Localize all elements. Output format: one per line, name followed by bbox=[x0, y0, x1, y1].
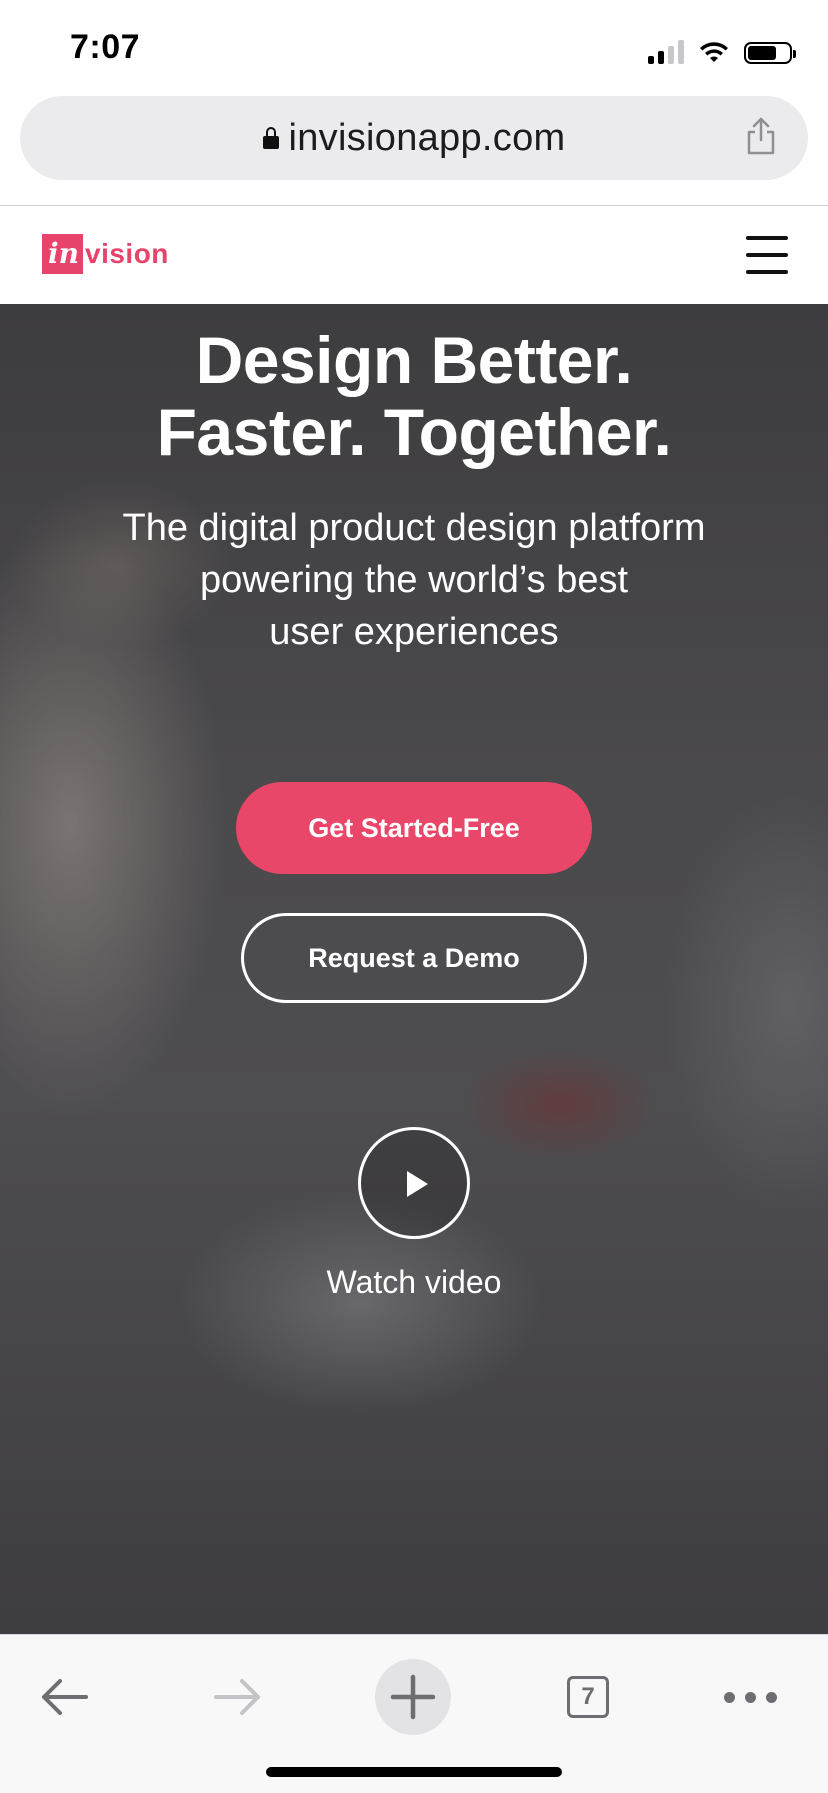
back-arrow-icon bbox=[42, 1679, 88, 1715]
share-icon[interactable] bbox=[744, 116, 778, 156]
hero-title-line-1: Design Better. bbox=[195, 323, 633, 397]
hero-subtitle-line-2: powering the world’s best bbox=[199, 559, 629, 601]
request-demo-button[interactable]: Request a Demo bbox=[241, 913, 587, 1003]
more-button[interactable] bbox=[710, 1657, 790, 1737]
play-icon bbox=[407, 1171, 428, 1197]
tab-count-badge: 7 bbox=[567, 1676, 609, 1718]
status-bar: 7:07 bbox=[0, 0, 828, 96]
new-tab-button[interactable] bbox=[375, 1659, 451, 1735]
logo-in-mark: in bbox=[42, 234, 83, 274]
hero-section: Design Better. Faster. Together. The dig… bbox=[0, 304, 828, 1634]
address-bar[interactable]: invisionapp.com bbox=[20, 96, 808, 180]
plus-icon bbox=[390, 1674, 436, 1720]
back-button[interactable] bbox=[24, 1657, 104, 1737]
browser-address-area: invisionapp.com bbox=[0, 96, 828, 206]
battery-icon bbox=[744, 42, 796, 64]
tabs-button[interactable]: 7 bbox=[548, 1657, 628, 1737]
hero-title: Design Better. Faster. Together. bbox=[0, 324, 828, 468]
play-video-button[interactable] bbox=[358, 1127, 470, 1239]
hamburger-menu-icon[interactable] bbox=[746, 236, 788, 274]
forward-arrow-icon bbox=[214, 1679, 260, 1715]
cellular-signal-icon bbox=[648, 40, 684, 64]
status-time: 7:07 bbox=[70, 28, 141, 66]
wifi-icon bbox=[698, 40, 730, 64]
watch-video-label[interactable]: Watch video bbox=[0, 1264, 828, 1301]
hero-title-line-2: Faster. Together. bbox=[156, 395, 672, 469]
url-text[interactable]: invisionapp.com bbox=[289, 117, 566, 160]
hero-subtitle: The digital product design platform powe… bbox=[64, 502, 764, 658]
get-started-free-button[interactable]: Get Started-Free bbox=[236, 782, 592, 874]
invision-logo[interactable]: in vision bbox=[42, 234, 169, 274]
hero-subtitle-line-3: user experiences bbox=[269, 611, 559, 653]
forward-button[interactable] bbox=[198, 1657, 278, 1737]
more-dots-icon bbox=[723, 1691, 777, 1703]
home-indicator[interactable] bbox=[266, 1767, 562, 1777]
lock-icon bbox=[262, 127, 279, 149]
hero-subtitle-line-1: The digital product design platform bbox=[122, 507, 706, 549]
status-icons bbox=[648, 36, 796, 64]
site-header: in vision bbox=[0, 206, 828, 304]
logo-wordmark: vision bbox=[85, 238, 169, 269]
